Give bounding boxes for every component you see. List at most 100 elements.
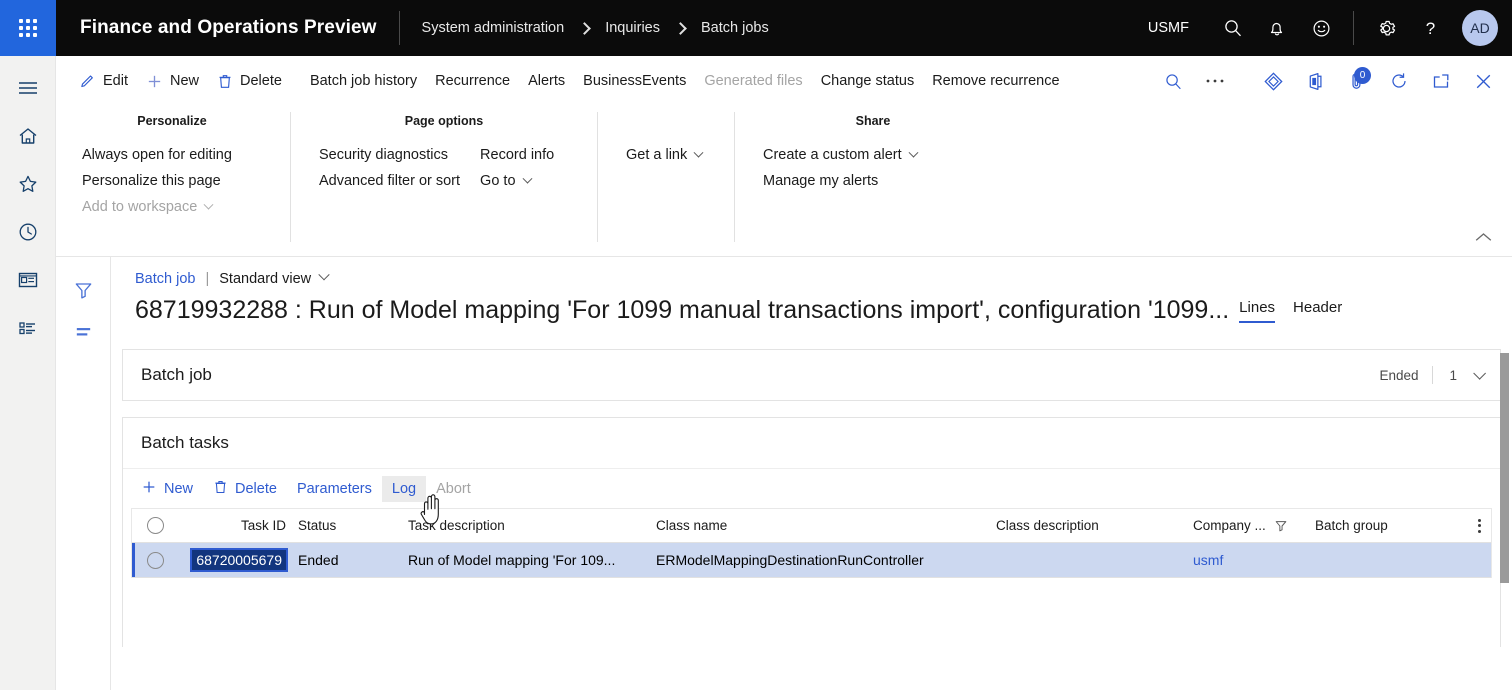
filter-funnel-icon[interactable]: [61, 269, 105, 311]
fasttab-batch-job-summary: Ended 1: [1379, 366, 1482, 384]
new-button[interactable]: New: [137, 68, 208, 95]
select-all-radio[interactable]: [147, 517, 164, 534]
overflow-ellipsis-icon[interactable]: [1194, 60, 1236, 102]
create-custom-alert-item[interactable]: Create a custom alert: [753, 142, 927, 168]
column-header-company[interactable]: Company ...: [1193, 518, 1315, 533]
page-scrollbar-thumb[interactable]: [1500, 353, 1509, 583]
breadcrumb-item-2[interactable]: Batch jobs: [701, 20, 769, 36]
group-divider: [734, 112, 735, 242]
item-label: Record info: [480, 147, 554, 163]
help-icon[interactable]: ?: [1408, 0, 1452, 56]
column-header-class-name[interactable]: Class name: [656, 518, 996, 533]
row-select-radio[interactable]: [147, 552, 164, 569]
search-icon[interactable]: [1211, 0, 1255, 56]
gear-icon[interactable]: [1364, 0, 1408, 56]
kebab-glyph: [1478, 519, 1481, 533]
record-info-item[interactable]: Record info: [470, 142, 564, 168]
add-to-workspace-item: Add to workspace: [72, 194, 242, 220]
select-all-cell[interactable]: [132, 517, 178, 534]
app-brand-title[interactable]: Finance and Operations Preview: [80, 17, 377, 39]
personalize-this-page-item[interactable]: Personalize this page: [72, 168, 242, 194]
fasttab-batch-job: Batch job Ended 1: [122, 349, 1501, 401]
close-icon[interactable]: [1462, 60, 1504, 102]
always-open-for-editing-item[interactable]: Always open for editing: [72, 142, 242, 168]
manage-my-alerts-item[interactable]: Manage my alerts: [753, 168, 927, 194]
advanced-filter-or-sort-item[interactable]: Advanced filter or sort: [309, 168, 470, 194]
fasttab-batch-job-header[interactable]: Batch job Ended 1: [123, 350, 1500, 400]
new-label: New: [170, 73, 199, 89]
chevron-down-icon[interactable]: [1473, 367, 1486, 380]
go-to-item[interactable]: Go to: [470, 168, 564, 194]
column-header-class-description[interactable]: Class description: [996, 518, 1193, 533]
action-group-personalize: Personalize Always open for editing Pers…: [72, 106, 272, 256]
page-breadcrumb-row: Batch job | Standard view: [111, 257, 1512, 287]
task-id-value[interactable]: 68720005679: [192, 550, 286, 570]
column-header-batch-group[interactable]: Batch group: [1315, 518, 1445, 533]
modules-icon[interactable]: [0, 304, 56, 352]
item-label: Personalize this page: [82, 173, 221, 189]
grid-parameters-label: Parameters: [297, 481, 372, 497]
collapse-action-pane-button[interactable]: [1468, 224, 1498, 250]
column-header-status[interactable]: Status: [290, 518, 408, 533]
company-link[interactable]: usmf: [1193, 552, 1223, 568]
refresh-icon[interactable]: [1378, 60, 1420, 102]
change-status-button[interactable]: Change status: [812, 68, 924, 94]
filter-pane: [56, 257, 111, 690]
business-events-button[interactable]: BusinessEvents: [574, 68, 695, 94]
recurrence-button[interactable]: Recurrence: [426, 68, 519, 94]
grid-log-button[interactable]: Log: [382, 476, 426, 502]
cell-company[interactable]: usmf: [1193, 552, 1315, 568]
cell-task-id[interactable]: 68720005679: [178, 550, 290, 570]
delete-button[interactable]: Delete: [208, 68, 291, 95]
tab-lines[interactable]: Lines: [1239, 299, 1275, 323]
workspaces-icon[interactable]: [0, 256, 56, 304]
clock-icon[interactable]: [0, 208, 56, 256]
popout-icon[interactable]: [1420, 60, 1462, 102]
home-icon[interactable]: [0, 112, 56, 160]
grid-delete-button[interactable]: Delete: [203, 474, 287, 504]
page-scrollbar[interactable]: [1500, 353, 1509, 653]
filter-funnel-icon[interactable]: [1274, 519, 1288, 533]
security-diagnostics-item[interactable]: Security diagnostics: [309, 142, 470, 168]
topbar-divider: [1353, 11, 1354, 45]
cell-task-description[interactable]: Run of Model mapping 'For 109...: [408, 552, 656, 568]
get-a-link-item[interactable]: Get a link: [616, 142, 712, 168]
summary-count: 1: [1449, 368, 1457, 383]
smiley-icon[interactable]: [1299, 0, 1343, 56]
item-label: Add to workspace: [82, 199, 197, 215]
edit-button[interactable]: Edit: [70, 68, 137, 95]
company-selector[interactable]: USMF: [1148, 20, 1189, 36]
breadcrumb-item-1[interactable]: Inquiries: [605, 20, 660, 36]
cell-class-name[interactable]: ERModelMappingDestinationRunController: [656, 552, 996, 568]
view-selector[interactable]: Standard view: [219, 271, 328, 287]
plus-icon: [141, 479, 157, 499]
remove-recurrence-button[interactable]: Remove recurrence: [923, 68, 1068, 94]
bell-icon[interactable]: [1255, 0, 1299, 56]
office-app-icon[interactable]: [1294, 60, 1336, 102]
waffle-icon[interactable]: [0, 0, 56, 56]
page-tabs: Lines Header: [1239, 299, 1342, 327]
tab-header[interactable]: Header: [1293, 299, 1342, 323]
topbar-divider: [399, 11, 400, 45]
cell-status[interactable]: Ended: [290, 552, 408, 568]
column-header-task-description[interactable]: Task description: [408, 518, 656, 533]
filter-list-icon[interactable]: [61, 311, 105, 353]
group-title: Personalize: [72, 114, 272, 130]
breadcrumb-item-0[interactable]: System administration: [422, 20, 565, 36]
dynamics-diamond-icon[interactable]: [1252, 60, 1294, 102]
search-icon[interactable]: [1152, 60, 1194, 102]
column-options-icon[interactable]: [1445, 519, 1491, 533]
row-select-cell[interactable]: [132, 552, 178, 569]
grid-parameters-button[interactable]: Parameters: [287, 476, 382, 502]
alerts-button[interactable]: Alerts: [519, 68, 574, 94]
star-icon[interactable]: [0, 160, 56, 208]
grid-new-button[interactable]: New: [131, 474, 203, 504]
attachments-icon[interactable]: 0: [1336, 60, 1378, 102]
batch-job-history-button[interactable]: Batch job history: [301, 68, 426, 94]
table-row[interactable]: 68720005679 Ended Run of Model mapping '…: [132, 543, 1491, 578]
avatar[interactable]: AD: [1462, 10, 1498, 46]
hamburger-icon[interactable]: [0, 64, 56, 112]
column-header-task-id[interactable]: Task ID: [178, 518, 290, 533]
page-breadcrumb-link[interactable]: Batch job: [135, 271, 195, 287]
fasttab-batch-tasks-header[interactable]: Batch tasks: [123, 418, 1500, 468]
